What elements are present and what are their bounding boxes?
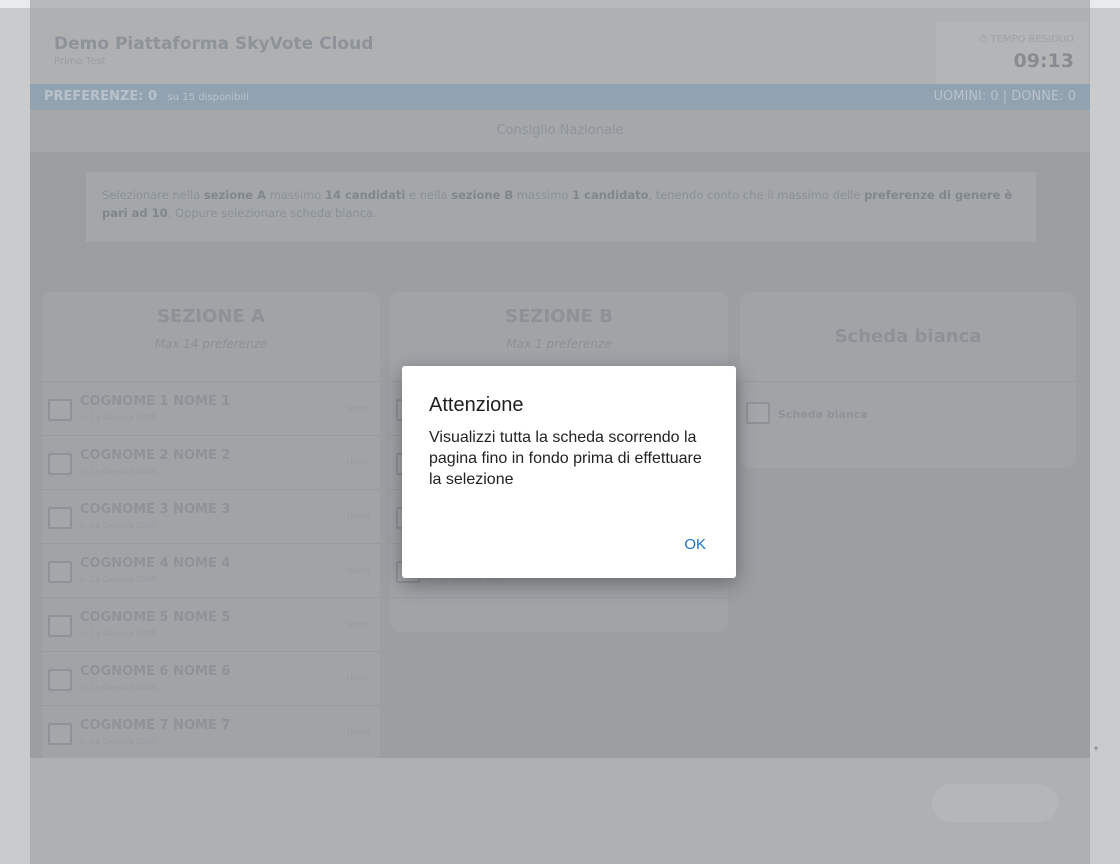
footer-bar xyxy=(30,758,1090,864)
preferences-count: PREFERENZE: 0 su 15 disponibili xyxy=(44,89,249,104)
dialog-ok-button[interactable]: OK xyxy=(684,536,706,553)
candidate-birth: n. 1a Genova 2005 xyxy=(80,467,157,476)
candidate-checkbox[interactable] xyxy=(48,453,72,475)
candidate-name: COGNOME 5 NOME 5 xyxy=(80,610,231,625)
candidate-row[interactable]: COGNOME 3 NOME 3 n. 1a Genova 2005 Uomo xyxy=(42,490,380,544)
dialog-title: Attenzione xyxy=(429,394,524,416)
candidate-gender: Uomo xyxy=(346,620,370,629)
candidate-gender: Uomo xyxy=(346,404,370,413)
candidate-checkbox[interactable] xyxy=(48,723,72,745)
section-b-title: SEZIONE B xyxy=(505,306,613,327)
attention-dialog: Attenzione Visualizzi tutta la scheda sc… xyxy=(402,366,736,578)
blank-ballot-title: Scheda bianca xyxy=(834,326,982,347)
candidate-checkbox[interactable] xyxy=(48,561,72,583)
instructions-text: , tenendo conto che il massimo delle xyxy=(648,188,865,202)
blank-ballot-label: Scheda bianca xyxy=(778,408,868,421)
candidate-checkbox[interactable] xyxy=(48,507,72,529)
timer-box: ⏱ TEMPO RESIDUO 09:13 xyxy=(936,22,1088,84)
instructions-bold: sezione A xyxy=(203,188,266,202)
instructions-text: Selezionare nella xyxy=(102,188,204,202)
dialog-message: Visualizzi tutta la scheda scorrendo la … xyxy=(429,429,702,488)
candidate-name: COGNOME 6 NOME 6 xyxy=(80,664,231,679)
section-b-subtitle: Max 1 preferenze xyxy=(506,337,612,351)
candidate-gender: Uomo xyxy=(346,566,370,575)
app-title: Demo Piattaforma SkyVote Cloud xyxy=(54,34,374,54)
instructions-text: massimo xyxy=(513,188,573,202)
candidate-name: COGNOME 1 NOME 1 xyxy=(80,394,231,409)
candidate-gender: Uomo xyxy=(346,728,370,737)
section-a-title: SEZIONE A xyxy=(157,306,265,327)
instructions-text: massimo xyxy=(266,188,325,202)
app-header: Demo Piattaforma SkyVote Cloud Primo Tes… xyxy=(30,8,1090,84)
candidate-checkbox[interactable] xyxy=(48,615,72,637)
candidate-gender: Uomo xyxy=(346,674,370,683)
candidate-row[interactable]: COGNOME 2 NOME 2 n. 1a Genova 2005 Uomo xyxy=(42,436,380,490)
confirm-button[interactable] xyxy=(932,784,1058,822)
candidate-birth: n. 1a Genova 2005 xyxy=(80,413,157,422)
blank-ballot-card: Scheda bianca Scheda bianca xyxy=(740,292,1076,468)
blank-ballot-option[interactable]: Scheda bianca xyxy=(740,382,1076,452)
candidate-birth: n. 1a Genova 2005 xyxy=(80,683,157,692)
blank-ballot-checkbox[interactable] xyxy=(746,402,770,424)
scroll-indicator-icon[interactable]: ▾ xyxy=(1094,744,1100,753)
blank-ballot-header: Scheda bianca xyxy=(740,292,1076,382)
candidate-row[interactable]: COGNOME 1 NOME 1 n. 1a Genova 2005 Uomo xyxy=(42,382,380,436)
instructions-text: e nella xyxy=(405,188,452,202)
candidate-row[interactable]: COGNOME 5 NOME 5 n. 1a Genova 2005 Uomo xyxy=(42,598,380,652)
candidate-gender: Uomo xyxy=(346,458,370,467)
preferences-bar: PREFERENZE: 0 su 15 disponibili UOMINI: … xyxy=(30,84,1090,110)
preferences-count-note: su 15 disponibili xyxy=(167,92,249,103)
candidate-name: COGNOME 7 NOME 7 xyxy=(80,718,231,733)
section-a-subtitle: Max 14 preferenze xyxy=(154,337,268,351)
instructions-bold: sezione B xyxy=(451,188,514,202)
instructions-bold: 14 candidati xyxy=(324,188,406,202)
section-a-card: SEZIONE A Max 14 preferenze COGNOME 1 NO… xyxy=(42,292,380,762)
instructions-text: . Oppure selezionare scheda bianca. xyxy=(167,206,377,220)
section-a-header: SEZIONE A Max 14 preferenze xyxy=(42,292,380,382)
candidate-birth: n. 1a Genova 2005 xyxy=(80,629,157,638)
timer-label: ⏱ TEMPO RESIDUO xyxy=(979,34,1074,45)
instructions-bold: 1 candidato xyxy=(572,188,649,202)
candidate-checkbox[interactable] xyxy=(48,399,72,421)
app-subtitle: Primo Test xyxy=(54,56,106,67)
timer-value: 09:13 xyxy=(1013,50,1074,72)
candidate-birth: n. 1a Genova 2005 xyxy=(80,737,157,746)
candidate-row[interactable]: COGNOME 6 NOME 6 n. 1a Genova 2005 Uomo xyxy=(42,652,380,706)
candidate-name: COGNOME 4 NOME 4 xyxy=(80,556,231,571)
candidate-row[interactable]: COGNOME 7 NOME 7 n. 1a Genova 2005 Uomo xyxy=(42,706,380,760)
candidate-gender: Uomo xyxy=(346,512,370,521)
section-title: Consiglio Nazionale xyxy=(30,110,1090,152)
candidate-name: COGNOME 2 NOME 2 xyxy=(80,448,231,463)
candidate-row[interactable]: COGNOME 4 NOME 4 n. 1a Genova 2005 Uomo xyxy=(42,544,380,598)
gender-count: UOMINI: 0 | DONNE: 0 xyxy=(933,89,1076,104)
candidate-checkbox[interactable] xyxy=(48,669,72,691)
preferences-count-label: PREFERENZE: 0 xyxy=(44,89,158,104)
candidate-birth: n. 1a Genova 2005 xyxy=(80,575,157,584)
candidate-birth: n. 1a Genova 2005 xyxy=(80,521,157,530)
instructions-box: Selezionare nella sezione A massimo 14 c… xyxy=(86,172,1036,242)
candidate-name: COGNOME 3 NOME 3 xyxy=(80,502,231,517)
